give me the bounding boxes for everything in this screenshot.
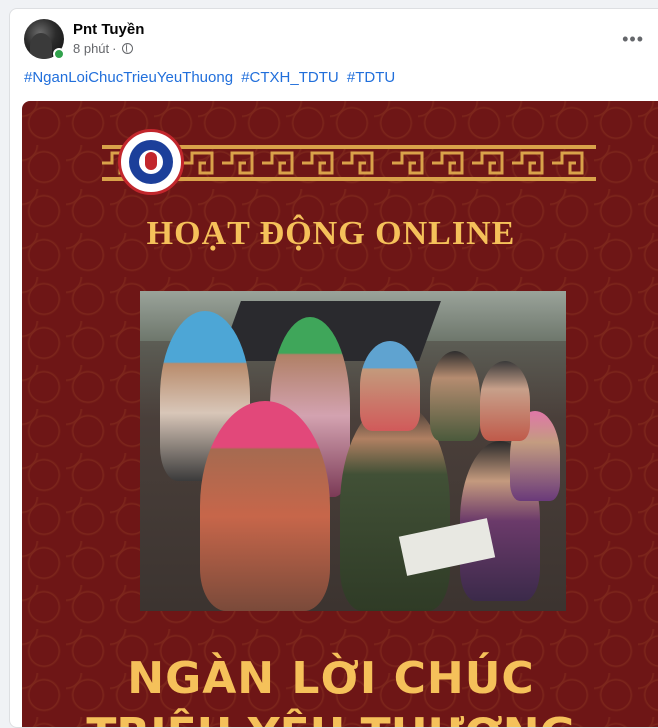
photo-person [480,361,530,441]
hashtag-link[interactable]: #CTXH_TDTU [241,69,339,86]
post-header: Pnt Tuyền 8 phút · ••• [24,19,644,63]
post-card: Pnt Tuyền 8 phút · ••• #NganLoiChucTrieu… [9,8,658,728]
social-work-team-logo [118,129,184,195]
poster-heading: HOẠT ĐỘNG ONLINE [146,215,516,252]
post-meta: 8 phút · [73,41,133,56]
more-options-button[interactable]: ••• [622,29,644,50]
post-caption: #NganLoiChucTrieuYeuThuong #CTXH_TDTU #T… [24,69,399,86]
poster-big-title-line1: NGÀN LỜI CHÚC [127,653,535,704]
poster-photo [140,291,566,611]
photo-person [360,341,420,431]
meta-separator: · [112,41,117,56]
logo-hands-icon [129,140,173,184]
poster-big-title-line2: TRIỆU YÊU THƯƠNG [22,709,640,727]
post-image[interactable]: HOẠT ĐỘNG ONLINE NGÀN LỜI CHÚC TRIỆU YÊU… [22,101,658,727]
hashtag-link[interactable]: #TDTU [347,69,395,86]
hashtag-link[interactable]: #NganLoiChucTrieuYeuThuong [24,69,233,86]
author-name[interactable]: Pnt Tuyền [73,21,144,38]
photo-person [200,401,330,611]
post-time[interactable]: 8 phút [73,41,109,56]
online-status-icon [53,48,65,60]
globe-icon[interactable] [121,43,133,54]
photo-person [430,351,480,441]
